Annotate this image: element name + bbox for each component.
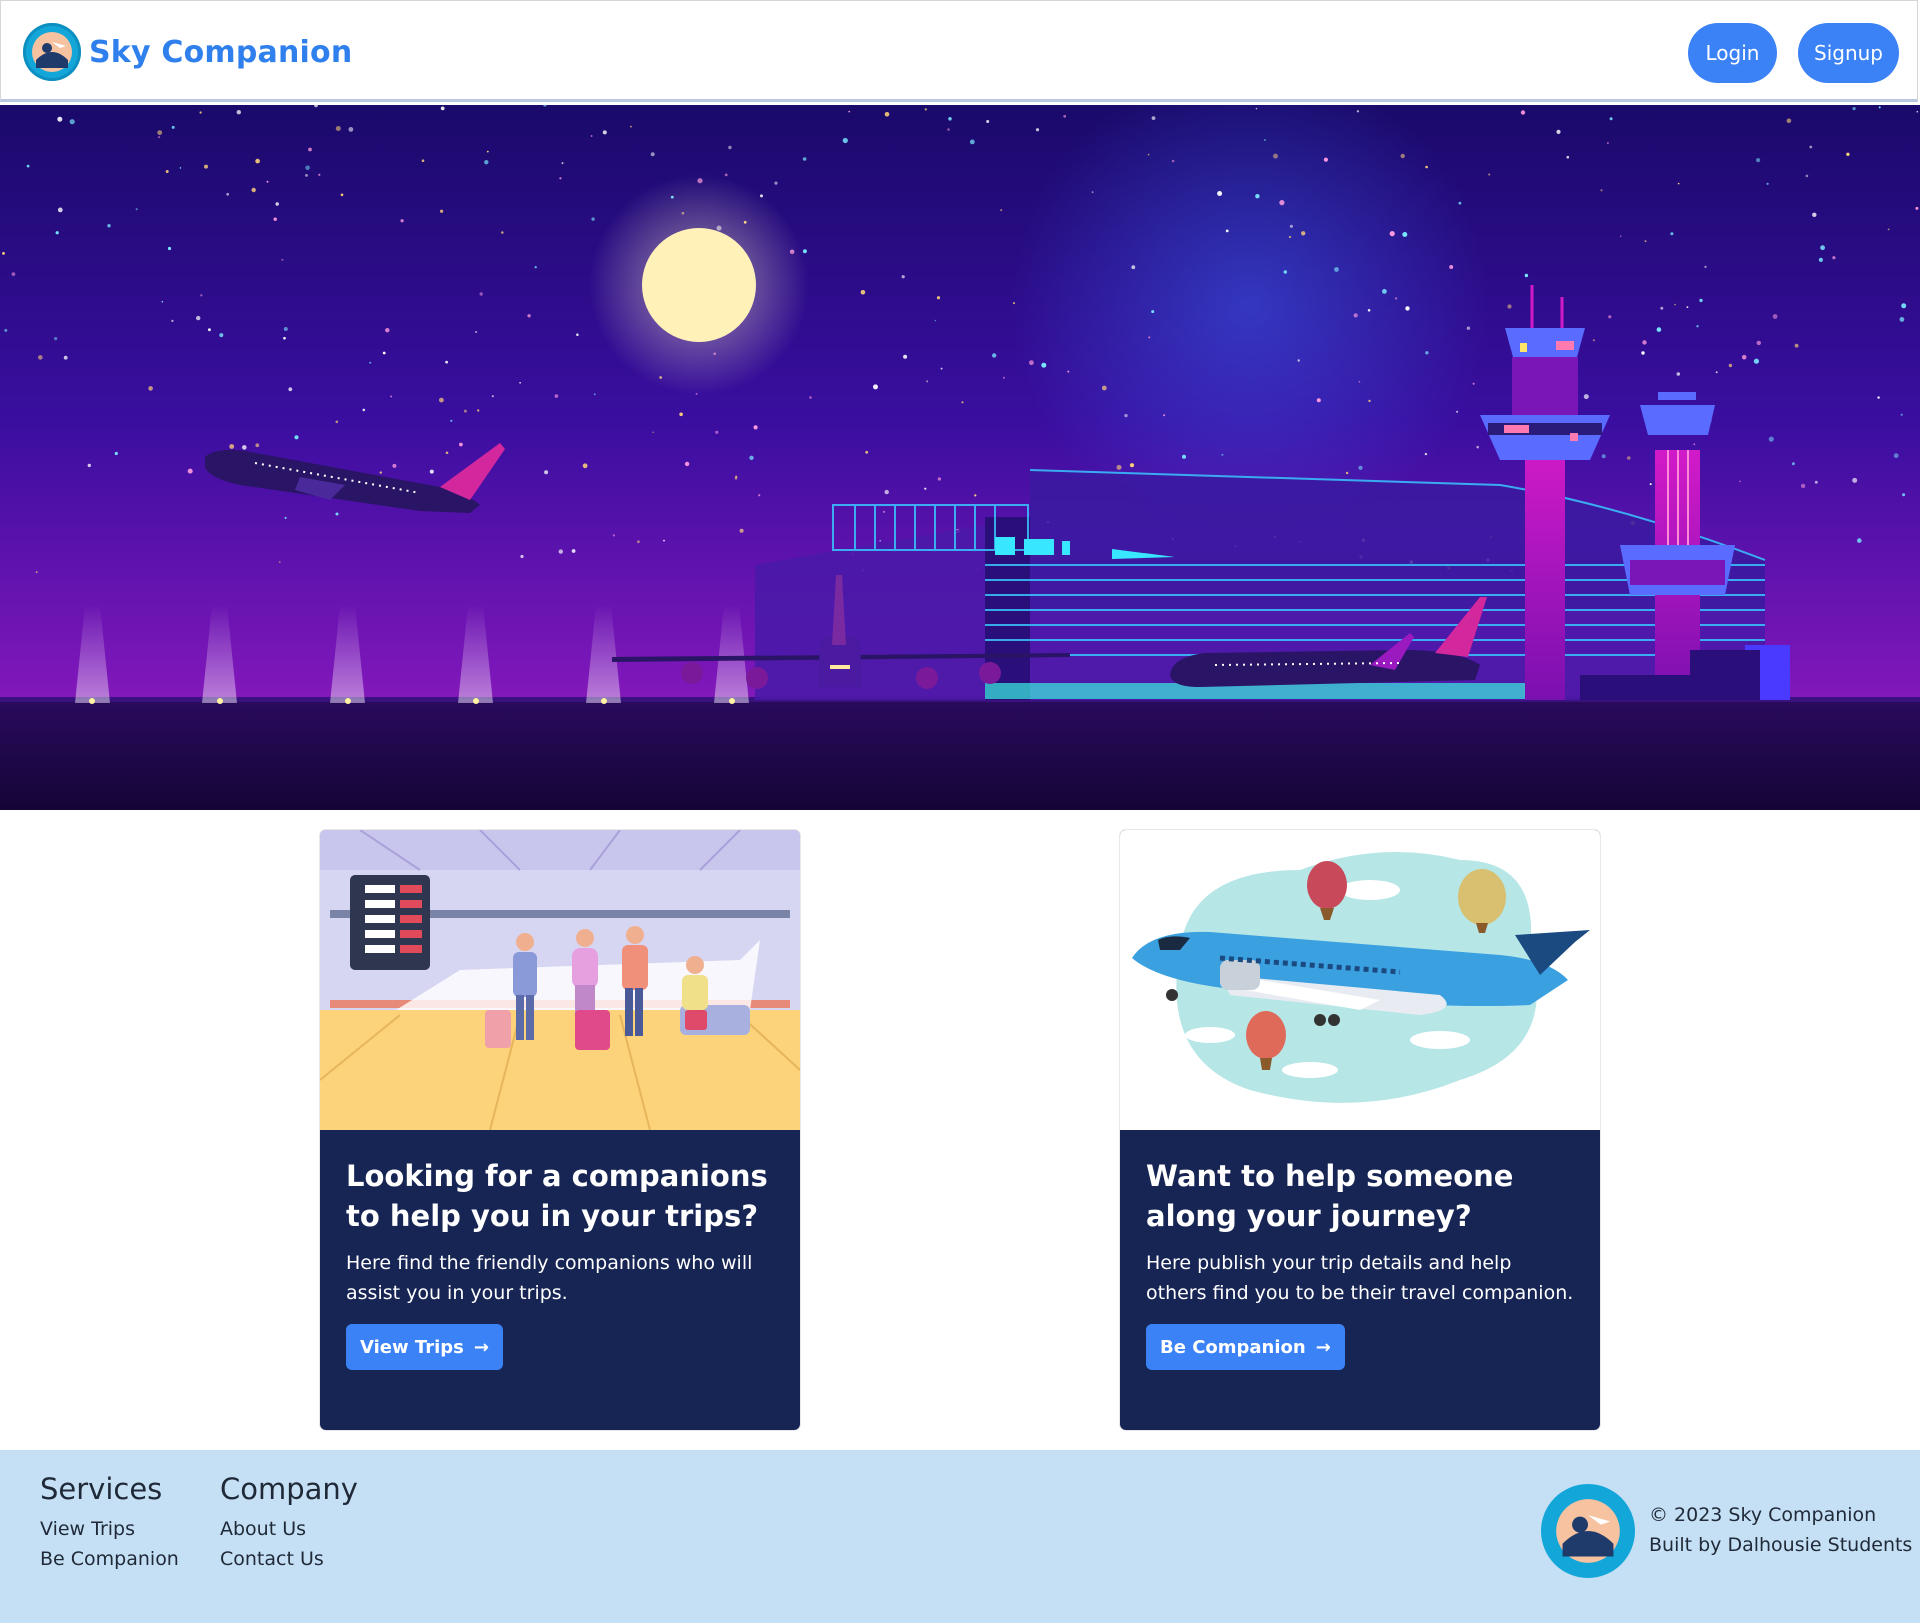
copyright-text: © 2023 Sky Companion	[1649, 1504, 1877, 1526]
footer-copyright: © 2023 Sky Companion Built by Dalhousie …	[1649, 1500, 1912, 1560]
card-title: Looking for a companions to help you in …	[346, 1159, 768, 1233]
view-trips-button[interactable]: View Trips →	[346, 1324, 503, 1370]
card-text: Here find the friendly companions who wi…	[346, 1252, 753, 1304]
footer-link-be-companion[interactable]: Be Companion	[40, 1544, 179, 1574]
airport-lounge-illustration	[320, 830, 800, 1130]
arrow-right-icon: →	[473, 1336, 489, 1358]
hero-banner	[0, 105, 1920, 810]
airport-night-illustration	[0, 105, 1920, 810]
be-companion-card: Want to help someone along your journey?…	[1120, 830, 1600, 1430]
navbar: Sky Companion Login Signup	[0, 0, 1918, 102]
footer-services: Services View Trips Be Companion	[40, 1472, 179, 1574]
footer-heading: Services	[40, 1472, 163, 1506]
footer-link-view-trips[interactable]: View Trips	[40, 1514, 179, 1544]
be-companion-button[interactable]: Be Companion →	[1146, 1324, 1345, 1370]
find-companion-card: Looking for a companions to help you in …	[320, 830, 800, 1430]
button-label: Be Companion	[1160, 1336, 1306, 1358]
footer-link-contact-us[interactable]: Contact Us	[220, 1544, 358, 1574]
signup-button[interactable]: Signup	[1798, 23, 1899, 83]
login-button[interactable]: Login	[1688, 23, 1777, 83]
footer-logo-icon	[1541, 1484, 1635, 1578]
footer-company: Company About Us Contact Us	[220, 1472, 358, 1574]
brand-title: Sky Companion	[89, 34, 353, 70]
footer-heading: Company	[220, 1472, 358, 1506]
footer-link-about-us[interactable]: About Us	[220, 1514, 358, 1544]
card-title: Want to help someone along your journey?	[1146, 1159, 1514, 1233]
logo-icon	[23, 23, 81, 81]
arrow-right-icon: →	[1315, 1336, 1331, 1358]
brand[interactable]: Sky Companion	[23, 23, 352, 81]
footer: Services View Trips Be Companion Company…	[0, 1450, 1920, 1623]
built-by-text: Built by Dalhousie Students	[1649, 1534, 1913, 1556]
button-label: View Trips	[360, 1336, 464, 1358]
plane-balloons-illustration	[1120, 830, 1600, 1130]
card-text: Here publish your trip details and help …	[1146, 1252, 1574, 1304]
